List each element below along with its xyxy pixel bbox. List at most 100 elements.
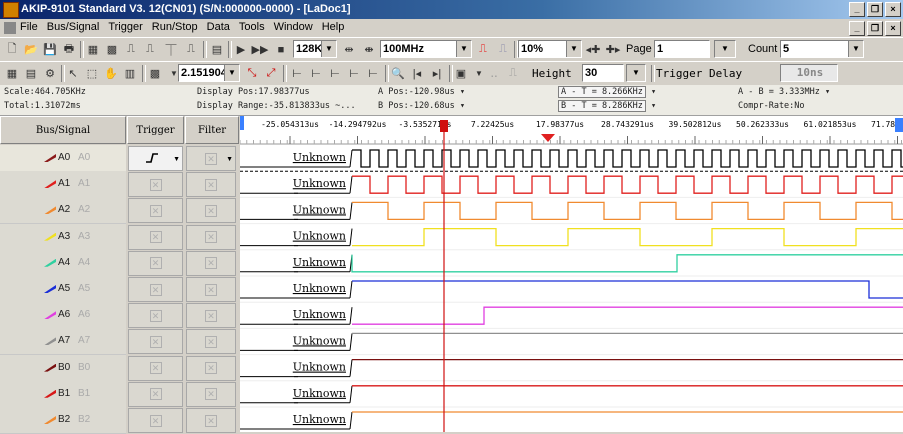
signal-filter-cell[interactable]: ✕ — [186, 329, 236, 355]
bus-edit-icon[interactable]: ▩ — [103, 41, 121, 58]
stop-icon[interactable]: ■ — [272, 41, 290, 58]
signal-filter-cell[interactable]: ✕ — [186, 172, 236, 198]
threshold-select[interactable]: 10% ▼ — [518, 40, 582, 58]
restore-button[interactable]: ❐ — [867, 2, 883, 17]
signal-color-icon[interactable] — [44, 337, 56, 346]
signal-name-cell[interactable]: B0 B0 — [0, 354, 126, 382]
signal-name-cell[interactable]: A5 A5 — [0, 276, 126, 303]
signal-row-b2[interactable]: B2 B2 ✕ ✕ — [0, 407, 240, 434]
doc-minimize-button[interactable]: _ — [849, 21, 865, 36]
signal-trigger-cell[interactable]: ✕ — [128, 408, 183, 433]
bus-add-icon[interactable]: ▦ — [84, 41, 102, 58]
signal-color-icon[interactable] — [44, 363, 56, 372]
run-icon[interactable]: ▶ — [232, 41, 250, 58]
search-icon[interactable]: 🔍 — [389, 65, 407, 82]
go-next-icon[interactable]: ▸| — [428, 65, 446, 82]
save-icon[interactable]: 💾 — [41, 41, 59, 58]
cursor-a-icon[interactable]: ⤡ — [243, 65, 261, 82]
signal-trigger-cell[interactable]: ✕ — [128, 224, 183, 250]
page-prev-icon[interactable]: ◂✚ — [584, 41, 602, 58]
time-input[interactable]: 2.151904us ▼ — [178, 64, 240, 82]
run-continuous-icon[interactable]: ▶▶ — [251, 41, 269, 58]
hand-icon[interactable]: ✋ — [102, 65, 120, 82]
signal-color-icon[interactable] — [44, 311, 56, 320]
page-input[interactable]: 1 — [654, 40, 710, 58]
clock-icon[interactable]: ⎍ — [474, 41, 492, 58]
signal-trigger-cell[interactable]: ✕ — [128, 277, 183, 302]
trigger-icon[interactable]: ⏉ — [162, 41, 180, 58]
signal-trigger-cell[interactable]: ✕ — [128, 355, 183, 381]
signal-name-cell[interactable]: A4 A4 — [0, 249, 126, 277]
menu-bus-signal[interactable]: Bus/Signal — [47, 21, 100, 33]
open-folder-icon[interactable]: 📂 — [22, 41, 40, 58]
new-file-icon[interactable]: 🗋 — [3, 41, 21, 58]
signal-name-cell[interactable]: A2 A2 — [0, 197, 126, 225]
signal-name-cell[interactable]: B2 B2 — [0, 407, 126, 434]
cursor-b-icon[interactable]: ⤢ — [262, 65, 280, 82]
a-minus-t-readout[interactable]: A - T = 8.266KHz ▾ — [558, 86, 656, 98]
height-dropdown[interactable]: ▼ — [626, 64, 646, 82]
signal-filter-cell[interactable]: ✕ — [186, 408, 236, 433]
grid-icon[interactable]: ▦ — [3, 65, 21, 82]
sample-rate-select[interactable]: 100MHz ▼ — [380, 40, 472, 58]
signal-name-cell[interactable]: A6 A6 — [0, 302, 126, 330]
trigger-edge-icon[interactable]: ⎍ — [182, 41, 200, 58]
display-icon[interactable]: ▩ — [146, 65, 164, 82]
memory-depth-select[interactable]: 128K ▼ — [293, 40, 337, 58]
signal-name-cell[interactable]: A0 A0 — [0, 145, 126, 172]
signal-row-a0[interactable]: A0 A0 ▼ ✕ ▼ — [0, 145, 240, 172]
signal-name-cell[interactable]: A7 A7 — [0, 328, 126, 356]
signal-row-a6[interactable]: A6 A6 ✕ ✕ — [0, 302, 240, 330]
signal-name-cell[interactable]: B1 B1 — [0, 380, 126, 408]
signal-trigger-cell[interactable]: ▼ — [128, 146, 183, 171]
table-icon[interactable]: ▤ — [22, 65, 40, 82]
signal-color-icon[interactable] — [44, 154, 56, 162]
column-header-trigger[interactable]: Trigger — [127, 116, 184, 144]
doc-close-button[interactable]: × — [885, 21, 901, 36]
minimize-button[interactable]: _ — [849, 2, 865, 17]
page-next-icon[interactable]: ✚▸ — [604, 41, 622, 58]
signal-row-a3[interactable]: A3 A3 ✕ ✕ — [0, 223, 240, 251]
b-pos-readout[interactable]: B Pos:-120.68us ▾ — [378, 101, 465, 111]
menu-window[interactable]: Window — [274, 21, 313, 33]
pointer-icon[interactable]: ↖ — [64, 65, 82, 82]
chevron-down-icon[interactable]: ▼ — [226, 156, 233, 163]
menu-data[interactable]: Data — [207, 21, 230, 33]
chevron-down-icon[interactable]: ▼ — [173, 156, 180, 163]
signal-color-icon[interactable] — [44, 389, 56, 398]
export-icon[interactable]: ▣ — [452, 65, 470, 82]
signal-trigger-cell[interactable]: ✕ — [128, 329, 183, 355]
height-input[interactable]: 30 — [582, 64, 624, 82]
menu-file[interactable]: File — [20, 21, 38, 33]
signal-trigger-cell[interactable]: ✕ — [128, 198, 183, 224]
column-header-bus-signal[interactable]: Bus/Signal — [0, 116, 126, 144]
select-icon[interactable]: ⬚ — [83, 65, 101, 82]
signal-row-a4[interactable]: A4 A4 ✕ ✕ — [0, 249, 240, 277]
signal-row-b0[interactable]: B0 B0 ✕ ✕ — [0, 354, 240, 382]
signal-row-a1[interactable]: A1 A1 ✕ ✕ — [0, 171, 240, 199]
signal-trigger-cell[interactable]: ✕ — [128, 303, 183, 329]
menu-tools[interactable]: Tools — [239, 21, 265, 33]
signal-trigger-cell[interactable]: ✕ — [128, 250, 183, 276]
clock-alt-icon[interactable]: ⎍ — [494, 41, 512, 58]
signal-name-cell[interactable]: A1 A1 — [0, 171, 126, 199]
signal-filter-cell[interactable]: ✕ — [186, 250, 236, 276]
zoom-icon[interactable]: ⇹ — [340, 41, 358, 58]
analyzer-icon[interactable]: ⚙ — [41, 65, 59, 82]
signal-filter-cell[interactable]: ✕ — [186, 198, 236, 224]
trigger-delay-input[interactable]: 10ns — [780, 64, 838, 82]
signal-name-cell[interactable]: A3 A3 — [0, 223, 126, 251]
go-prev-icon[interactable]: |◂ — [408, 65, 426, 82]
signal-trigger-cell[interactable]: ✕ — [128, 172, 183, 198]
signal-filter-cell[interactable]: ✕ — [186, 224, 236, 250]
marker-2-icon[interactable]: ⊢ — [307, 65, 325, 82]
signal-row-b1[interactable]: B1 B1 ✕ ✕ — [0, 380, 240, 408]
signal-filter-cell[interactable]: ✕ ▼ — [186, 146, 236, 171]
marker-5-icon[interactable]: ⊢ — [364, 65, 382, 82]
signal-color-icon[interactable] — [44, 232, 56, 241]
waveform-view[interactable]: -25.054313us -14.294792us -3.535271us 7.224… — [240, 116, 903, 432]
settings-icon[interactable]: ▤ — [208, 41, 226, 58]
signal-filter-cell[interactable]: ✕ — [186, 355, 236, 381]
signal-color-icon[interactable] — [44, 206, 56, 215]
signal-color-icon[interactable] — [44, 416, 56, 424]
